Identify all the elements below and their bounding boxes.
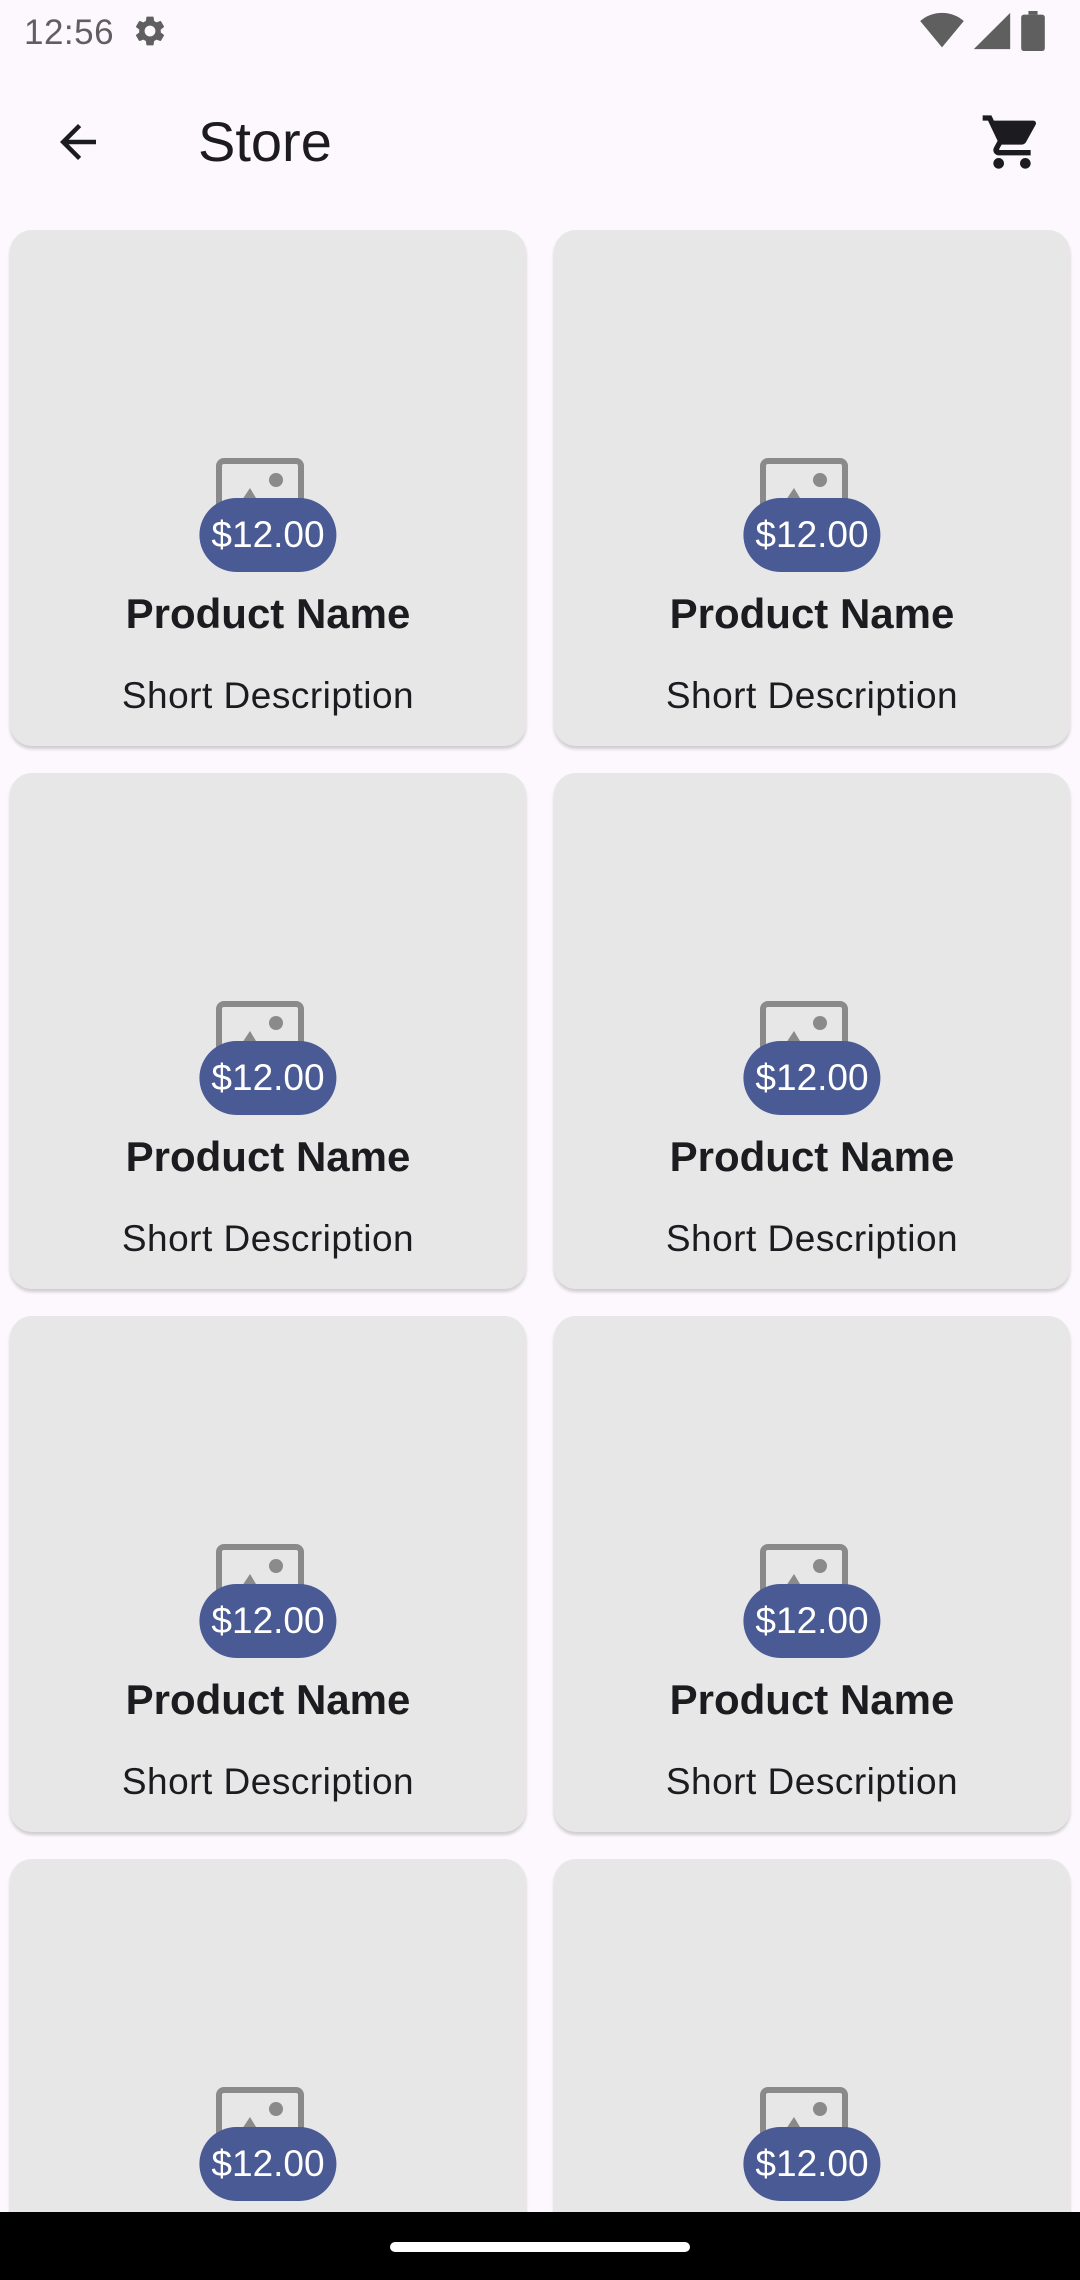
back-button[interactable] (38, 102, 118, 182)
product-name: Product Name (125, 1133, 411, 1180)
product-name: Product Name (669, 1676, 955, 1723)
product-description: Short Description (121, 675, 415, 716)
product-grid: $12.00 Product Name Short Description $1… (10, 230, 1070, 2280)
product-card[interactable]: $12.00 Product Name Short Description (10, 773, 526, 1289)
product-card[interactable]: $12.00 Product Name Short Description (10, 1316, 526, 1832)
settings-icon (132, 13, 168, 54)
price-badge: $12.00 (199, 498, 337, 572)
product-name: Product Name (125, 590, 411, 637)
status-bar: 12:56 (0, 0, 1080, 66)
status-right (920, 10, 1046, 56)
arrow-back-icon (60, 124, 96, 160)
product-card[interactable]: $12.00 Product Name Short Description (554, 1316, 1070, 1832)
price-badge: $12.00 (743, 2127, 881, 2201)
home-gesture-handle[interactable] (390, 2242, 690, 2252)
store-screen: 12:56 Store $12.00 Product Name Short De… (0, 0, 1080, 2280)
price-badge: $12.00 (743, 1584, 881, 1658)
product-card[interactable]: $12.00 Product Name Short Description (554, 230, 1070, 746)
status-time: 12:56 (24, 13, 115, 52)
product-description: Short Description (121, 1761, 415, 1802)
shopping-cart-icon (982, 115, 1037, 169)
wifi-icon (920, 11, 964, 56)
product-name: Product Name (669, 1133, 955, 1180)
product-name: Product Name (669, 590, 955, 637)
price-badge: $12.00 (199, 2127, 337, 2201)
status-left: 12:56 (24, 13, 168, 54)
product-description: Short Description (665, 1761, 959, 1802)
battery-icon (1020, 10, 1046, 56)
top-app-bar: Store (0, 66, 1080, 218)
product-description: Short Description (665, 675, 959, 716)
gesture-navigation-bar (0, 2212, 1080, 2280)
product-description: Short Description (121, 1218, 415, 1259)
product-name: Product Name (125, 1676, 411, 1723)
product-description: Short Description (665, 1218, 959, 1259)
product-card[interactable]: $12.00 Product Name Short Description (554, 773, 1070, 1289)
cart-button[interactable] (972, 102, 1052, 182)
page-title: Store (198, 110, 332, 173)
price-badge: $12.00 (199, 1041, 337, 1115)
signal-icon (972, 11, 1012, 56)
price-badge: $12.00 (743, 1041, 881, 1115)
price-badge: $12.00 (743, 498, 881, 572)
price-badge: $12.00 (199, 1584, 337, 1658)
product-card[interactable]: $12.00 Product Name Short Description (10, 230, 526, 746)
